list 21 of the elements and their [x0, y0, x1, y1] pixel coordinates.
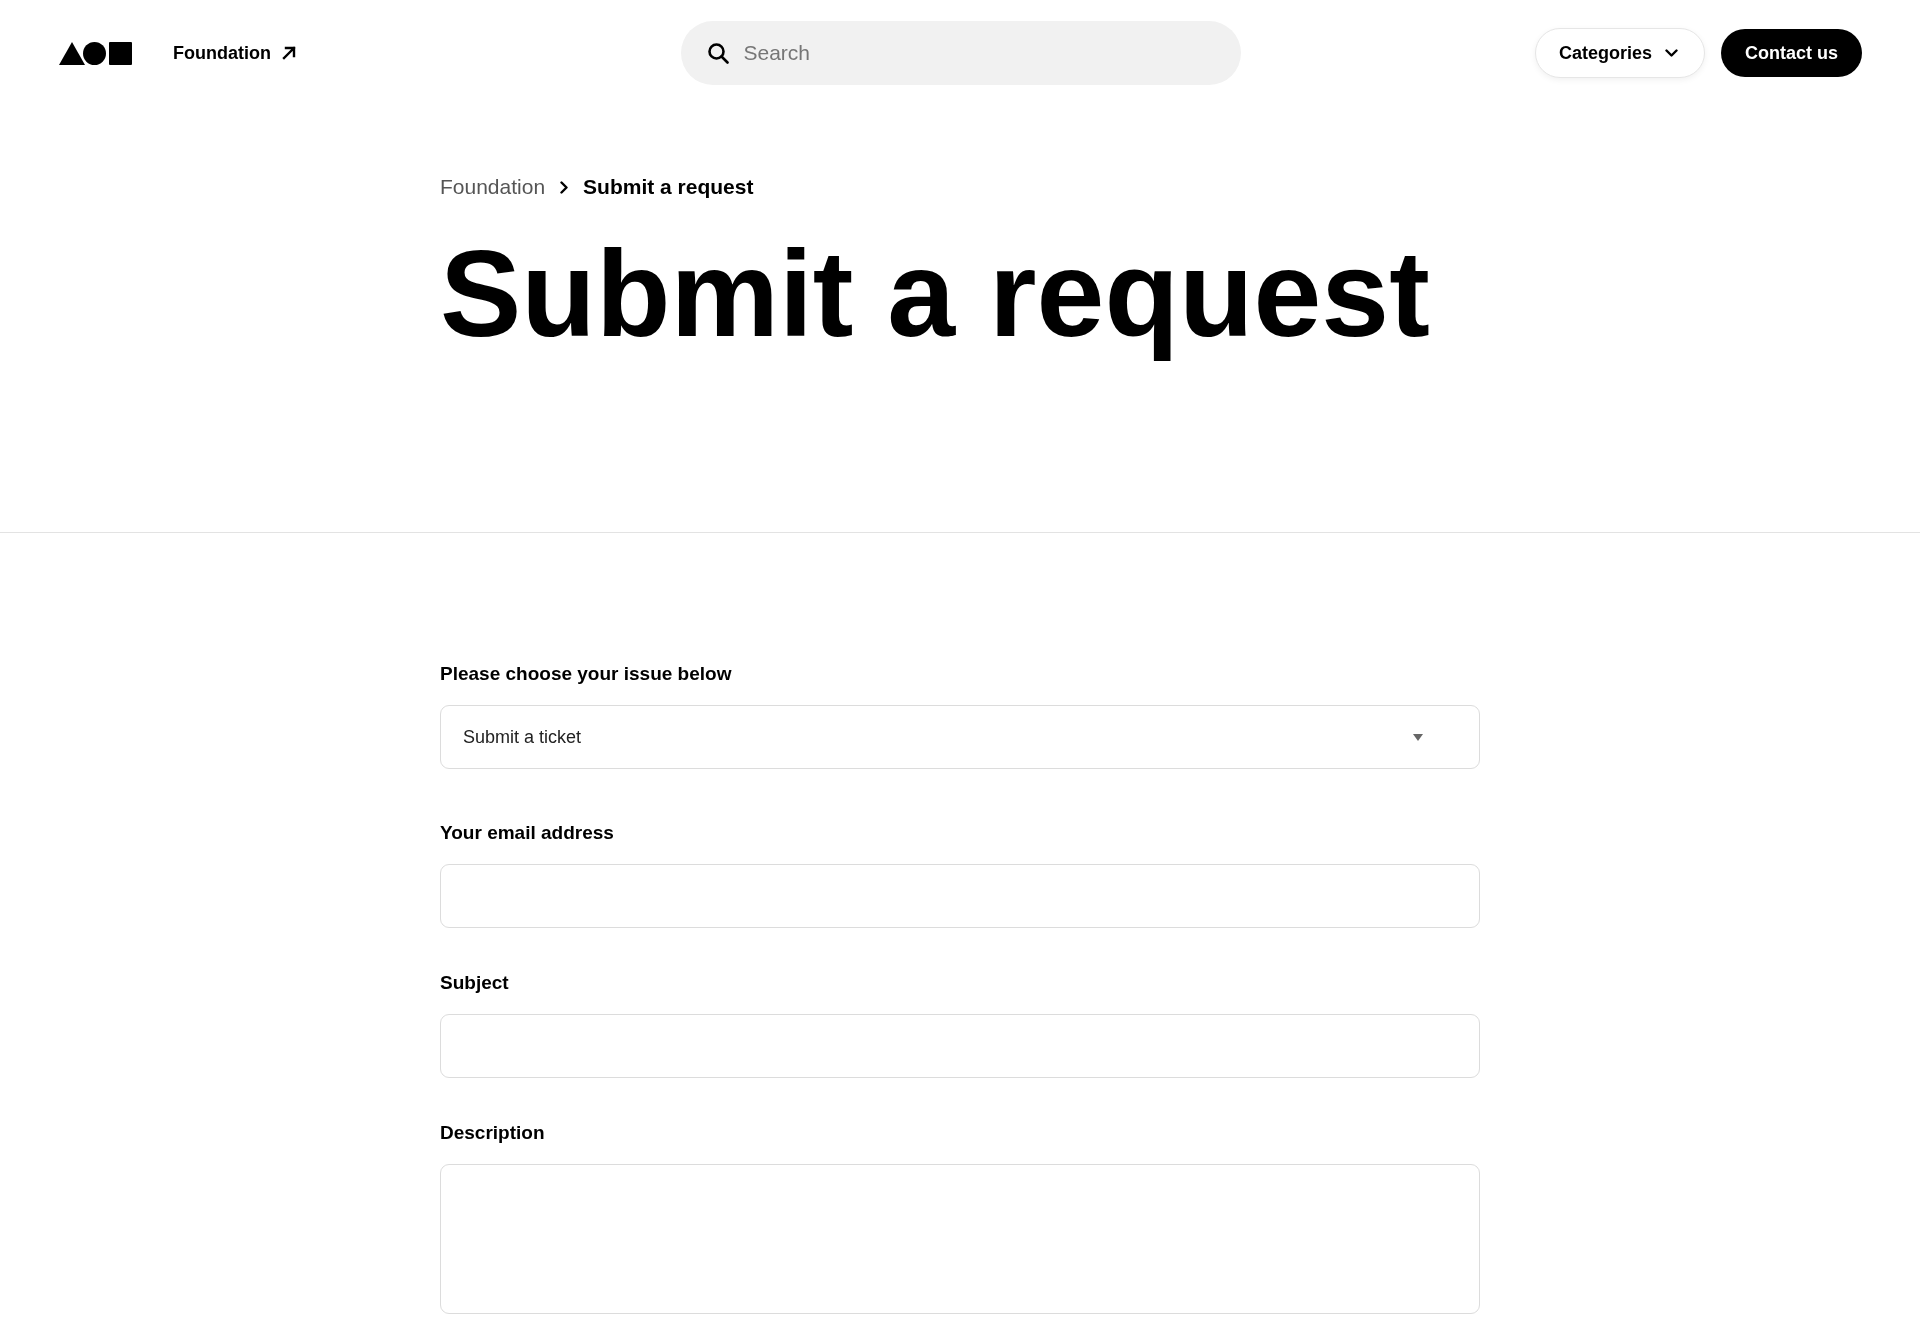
chevron-right-icon — [560, 180, 569, 194]
chevron-down-icon — [1665, 49, 1678, 57]
input-field[interactable] — [440, 1014, 1480, 1078]
site-link[interactable]: Foundation — [173, 41, 296, 65]
text-area-field[interactable] — [440, 1164, 1480, 1314]
field-label: Description — [440, 1121, 545, 1145]
categories-button[interactable]: Categories — [1534, 28, 1705, 78]
page-title: Submit a request — [440, 225, 1431, 364]
breadcrumb-link[interactable]: Foundation — [440, 173, 546, 201]
field-label: Your email address — [440, 821, 614, 845]
arrow-up-right-icon — [282, 46, 296, 60]
caret-icon — [1413, 733, 1423, 741]
contact-button[interactable]: Contact us — [1721, 29, 1862, 77]
logo-icon[interactable] — [59, 41, 132, 65]
search-field[interactable]: Search — [680, 21, 1241, 85]
breadcrumb-current: Submit a request — [583, 174, 754, 200]
field-label: Please choose your issue below — [440, 662, 732, 686]
dropdown-field[interactable]: Submit a ticket — [440, 705, 1480, 769]
search-icon — [706, 42, 729, 64]
input-field[interactable] — [440, 864, 1480, 928]
field-label: Subject — [440, 971, 509, 995]
